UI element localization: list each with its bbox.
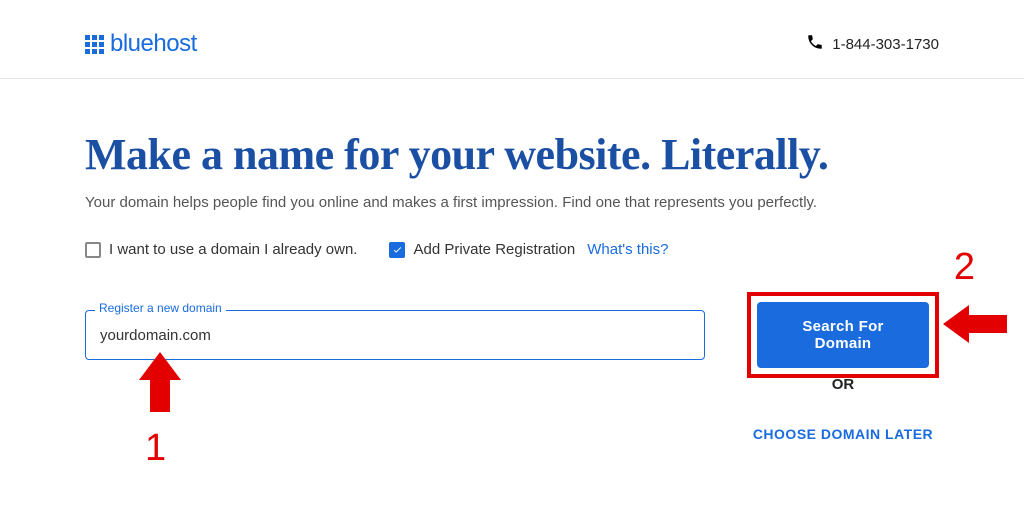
brand-logo[interactable]: bluehost — [85, 30, 197, 58]
domain-search-row: Register a new domain Search For Domain … — [85, 292, 939, 378]
annotation-number-1: 1 — [145, 427, 166, 470]
main-content: Make a name for your website. Literally.… — [0, 79, 1024, 378]
annotation-arrow-1 — [135, 352, 185, 417]
grid-icon — [85, 35, 104, 54]
domain-input-label: Register a new domain — [95, 301, 226, 315]
checkbox-checked-icon — [389, 242, 405, 258]
own-domain-label: I want to use a domain I already own. — [109, 241, 357, 258]
support-phone[interactable]: 1-844-303-1730 — [806, 33, 939, 55]
or-separator: OR — [832, 376, 855, 393]
choose-domain-later-link[interactable]: CHOOSE DOMAIN LATER — [753, 426, 933, 442]
annotation-number-2: 2 — [954, 246, 975, 289]
search-domain-button[interactable]: Search For Domain — [757, 302, 929, 368]
whats-this-link[interactable]: What's this? — [587, 241, 668, 258]
own-domain-option[interactable]: I want to use a domain I already own. — [85, 241, 357, 258]
brand-name: bluehost — [110, 30, 197, 58]
annotation-arrow-2 — [943, 301, 1007, 352]
top-header: bluehost 1-844-303-1730 — [0, 0, 1024, 79]
phone-icon — [806, 33, 824, 55]
page-headline: Make a name for your website. Literally. — [85, 129, 939, 180]
private-registration-option[interactable]: Add Private Registration What's this? — [389, 241, 668, 258]
page-subhead: Your domain helps people find you online… — [85, 194, 939, 211]
search-button-highlight: Search For Domain OR CHOOSE DOMAIN LATER… — [747, 292, 939, 378]
private-registration-label: Add Private Registration — [413, 241, 575, 258]
phone-number: 1-844-303-1730 — [832, 36, 939, 53]
options-row: I want to use a domain I already own. Ad… — [85, 241, 939, 258]
checkbox-unchecked-icon — [85, 242, 101, 258]
